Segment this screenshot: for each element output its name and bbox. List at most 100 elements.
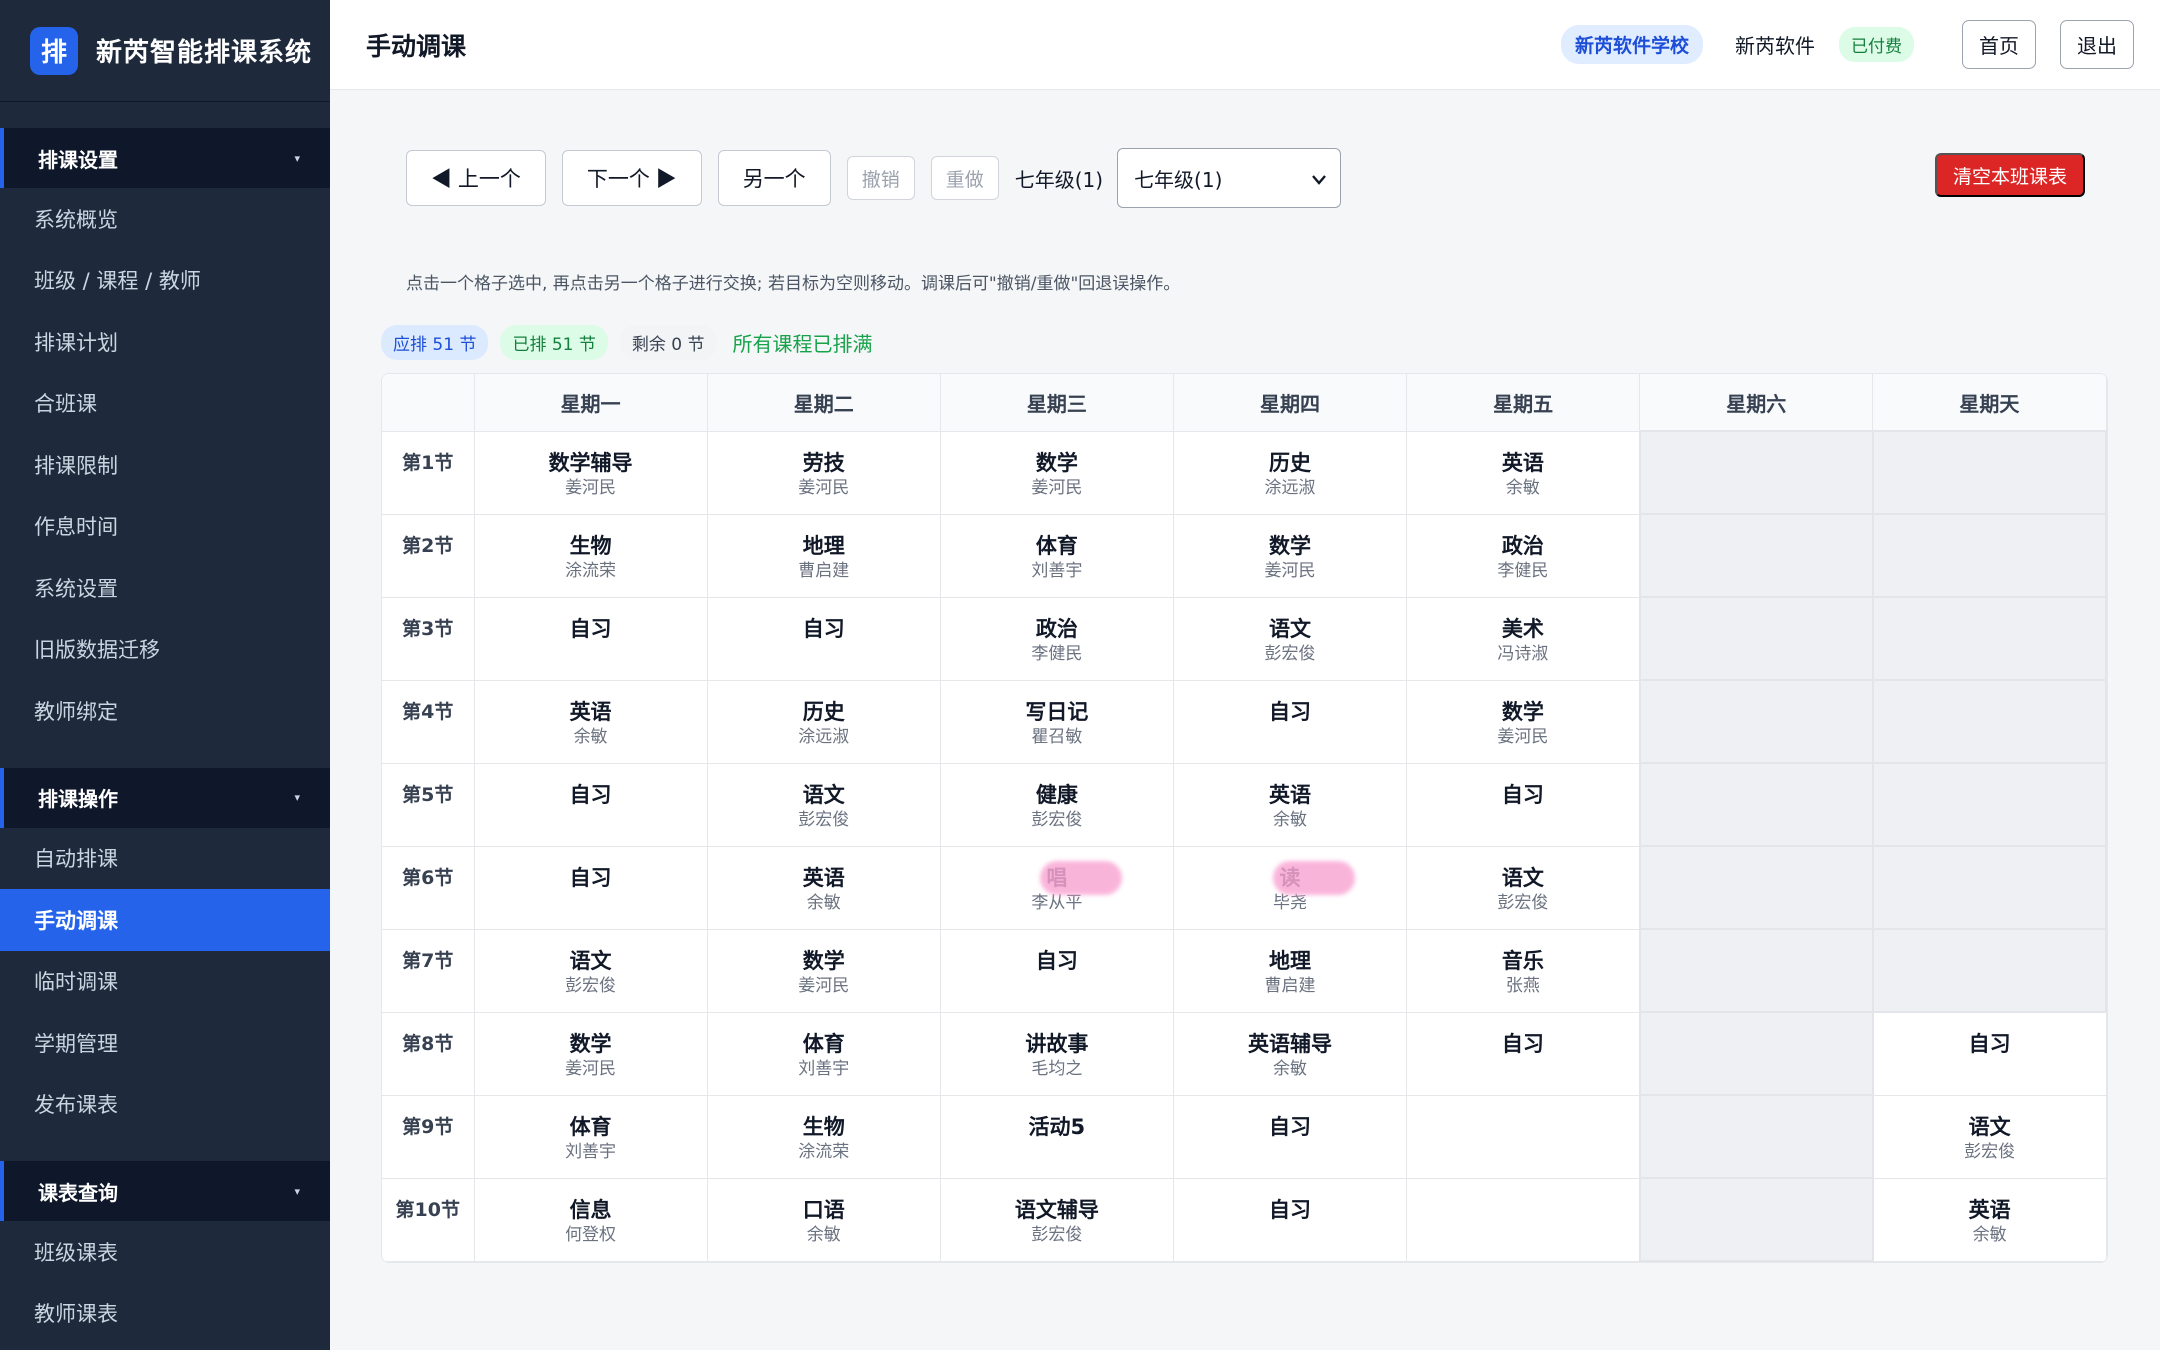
- timetable-cell[interactable]: 地理 曹启建: [1173, 929, 1408, 1013]
- next-class-button[interactable]: 下一个 ▶: [561, 150, 702, 206]
- timetable-cell[interactable]: 英语 余敏: [1406, 431, 1641, 515]
- sidebar-item[interactable]: 合班课: [0, 373, 330, 435]
- redo-button[interactable]: 重做: [930, 156, 999, 200]
- timetable-cell-empty[interactable]: [1638, 596, 1874, 681]
- timetable-cell[interactable]: 口语 余敏: [707, 1178, 941, 1262]
- timetable-cell-empty[interactable]: [1638, 430, 1874, 515]
- timetable-cell[interactable]: 英语 余敏: [707, 846, 941, 930]
- brand[interactable]: 排 新芮智能排课系统: [0, 0, 330, 102]
- timetable-cell-empty[interactable]: [1871, 762, 2107, 847]
- sidebar-item[interactable]: 系统概览: [0, 188, 330, 250]
- timetable-cell-empty[interactable]: [1871, 845, 2107, 930]
- timetable-cell[interactable]: 自习: [474, 763, 708, 847]
- timetable-cell[interactable]: 语文 彭宏俊: [707, 763, 941, 847]
- timetable-cell[interactable]: 自习: [1173, 1095, 1408, 1179]
- class-select[interactable]: 七年级(1): [1117, 148, 1342, 208]
- timetable-cell-empty[interactable]: [1638, 845, 1874, 930]
- undo-button[interactable]: 撤销: [846, 156, 915, 200]
- timetable-cell[interactable]: 自习: [474, 597, 708, 681]
- sidebar-item[interactable]: 临时调课: [0, 951, 330, 1013]
- timetable-cell-empty[interactable]: [1871, 596, 2107, 681]
- timetable-cell[interactable]: 体育 刘善宇: [940, 514, 1174, 598]
- timetable-cell[interactable]: [1406, 1095, 1641, 1179]
- sidebar-item[interactable]: 班级课表: [0, 1221, 330, 1283]
- timetable-cell[interactable]: 数学 姜河民: [707, 929, 941, 1013]
- timetable-cell-empty[interactable]: [1638, 762, 1874, 847]
- timetable-cell[interactable]: 英语 余敏: [474, 680, 708, 764]
- timetable-cell[interactable]: 语文辅导 彭宏俊: [940, 1178, 1174, 1262]
- sidebar-item[interactable]: 系统设置: [0, 557, 330, 619]
- timetable-cell[interactable]: 数学 姜河民: [1406, 680, 1641, 764]
- timetable-cell[interactable]: 英语 余敏: [1872, 1178, 2107, 1262]
- logout-button[interactable]: 退出: [2060, 20, 2134, 69]
- timetable-cell[interactable]: 信息 何登权: [474, 1178, 708, 1262]
- another-class-button[interactable]: 另一个: [717, 150, 831, 206]
- timetable-cell[interactable]: 数学 姜河民: [474, 1012, 708, 1096]
- nav-group-0[interactable]: 排课设置 ▾: [0, 128, 330, 188]
- sidebar-item[interactable]: 作息时间: [0, 496, 330, 558]
- timetable-cell[interactable]: 英语辅导 余敏: [1173, 1012, 1408, 1096]
- sidebar-item[interactable]: 班级 / 课程 / 教师: [0, 250, 330, 312]
- sidebar-item[interactable]: 发布课表: [0, 1074, 330, 1136]
- timetable-cell[interactable]: 自习: [1173, 1178, 1408, 1262]
- timetable-cell[interactable]: 生物 涂流荣: [474, 514, 708, 598]
- timetable-cell[interactable]: 自习: [1406, 1012, 1641, 1096]
- timetable-cell[interactable]: 历史 涂远淑: [1173, 431, 1408, 515]
- timetable-cell[interactable]: 读毕尧: [1173, 846, 1408, 930]
- timetable-cell[interactable]: 美术 冯诗淑: [1406, 597, 1641, 681]
- timetable-cell[interactable]: 健康 彭宏俊: [940, 763, 1174, 847]
- prev-class-button[interactable]: ◀ 上一个: [406, 150, 546, 206]
- timetable-cell[interactable]: 数学 姜河民: [940, 431, 1174, 515]
- timetable-cell-empty[interactable]: [1638, 928, 1874, 1013]
- timetable-cell[interactable]: 语文 彭宏俊: [474, 929, 708, 1013]
- sidebar-item[interactable]: 教师绑定: [0, 680, 330, 742]
- timetable-cell[interactable]: 历史 涂远淑: [707, 680, 941, 764]
- timetable-cell-empty[interactable]: [1871, 928, 2107, 1013]
- timetable-cell[interactable]: 体育 刘善宇: [707, 1012, 941, 1096]
- timetable-cell-empty[interactable]: [1638, 1094, 1874, 1179]
- clear-timetable-button[interactable]: 清空本班课表: [1935, 153, 2086, 197]
- timetable-cell[interactable]: 语文 彭宏俊: [1173, 597, 1408, 681]
- timetable-cell[interactable]: 讲故事 毛均之: [940, 1012, 1174, 1096]
- timetable-cell[interactable]: 唱李从平: [940, 846, 1174, 930]
- timetable-cell[interactable]: 自习: [474, 846, 708, 930]
- timetable-cell-empty[interactable]: [1871, 679, 2107, 764]
- timetable-cell-empty[interactable]: [1638, 1177, 1874, 1262]
- sidebar-item[interactable]: 排课限制: [0, 434, 330, 496]
- timetable-cell-empty[interactable]: [1638, 1011, 1874, 1096]
- timetable-cell[interactable]: 音乐 张燕: [1406, 929, 1641, 1013]
- timetable-cell[interactable]: 自习: [940, 929, 1174, 1013]
- timetable-cell[interactable]: 劳技 姜河民: [707, 431, 941, 515]
- timetable-cell[interactable]: 写日记 瞿召敏: [940, 680, 1174, 764]
- timetable-cell-empty[interactable]: [1871, 513, 2107, 598]
- timetable-cell[interactable]: 语文 彭宏俊: [1872, 1095, 2107, 1179]
- sidebar-item[interactable]: 教师课表: [0, 1283, 330, 1345]
- timetable-cell-empty[interactable]: [1638, 679, 1874, 764]
- sidebar-item[interactable]: 排课计划: [0, 311, 330, 373]
- timetable-cell[interactable]: 数学辅导 姜河民: [474, 431, 708, 515]
- timetable-cell[interactable]: 自习: [707, 597, 941, 681]
- nav-group-1[interactable]: 排课操作 ▾: [0, 767, 330, 828]
- home-button[interactable]: 首页: [1962, 20, 2036, 69]
- timetable-cell[interactable]: 语文 彭宏俊: [1406, 846, 1641, 930]
- nav-group-2[interactable]: 课表查询 ▾: [0, 1161, 330, 1221]
- timetable-cell[interactable]: 政治 李健民: [1406, 514, 1641, 598]
- timetable-cell[interactable]: 数学 姜河民: [1173, 514, 1408, 598]
- timetable-cell[interactable]: 自习: [1406, 763, 1641, 847]
- sidebar-item[interactable]: 学期管理: [0, 1012, 330, 1074]
- sidebar-item[interactable]: 自动排课: [0, 828, 330, 890]
- sidebar-item[interactable]: 旧版数据迁移: [0, 619, 330, 681]
- sidebar-item[interactable]: 教室课表: [0, 1344, 330, 1350]
- timetable-cell[interactable]: 自习: [1872, 1012, 2107, 1096]
- timetable-cell[interactable]: 生物 涂流荣: [707, 1095, 941, 1179]
- timetable-cell-empty[interactable]: [1638, 513, 1874, 598]
- sidebar-item[interactable]: 手动调课: [0, 889, 330, 951]
- timetable-cell[interactable]: 政治 李健民: [940, 597, 1174, 681]
- timetable-cell[interactable]: 自习: [1173, 680, 1408, 764]
- timetable-cell-empty[interactable]: [1871, 430, 2107, 515]
- timetable-cell[interactable]: 体育 刘善宇: [474, 1095, 708, 1179]
- timetable-cell[interactable]: [1406, 1178, 1641, 1262]
- timetable-cell[interactable]: 地理 曹启建: [707, 514, 941, 598]
- timetable-cell[interactable]: 活动5: [940, 1095, 1174, 1179]
- timetable-cell[interactable]: 英语 余敏: [1173, 763, 1408, 847]
